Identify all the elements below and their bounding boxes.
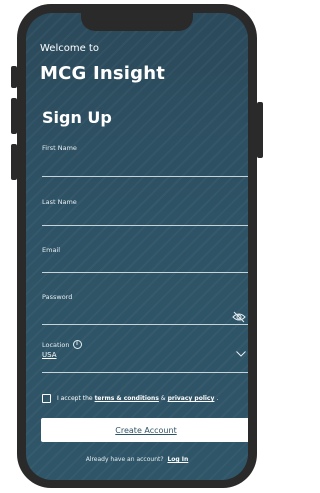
phone-side-button <box>11 66 17 88</box>
phone-screen: Welcome to MCG Insight Sign Up First Nam… <box>26 13 248 480</box>
app-title: MCG Insight <box>40 63 166 84</box>
last-name-underline <box>42 225 248 226</box>
email-field[interactable]: Email <box>42 246 248 273</box>
phone-power-button <box>257 102 263 158</box>
first-name-underline <box>42 176 248 177</box>
login-link[interactable]: Log In <box>167 456 188 463</box>
chevron-down-icon[interactable] <box>236 351 246 357</box>
email-underline <box>42 272 248 273</box>
create-account-button[interactable]: Create Account <box>41 418 248 442</box>
terms-joiner: & <box>160 395 166 402</box>
location-label-row: Location i <box>42 340 248 349</box>
terms-row: I accept the terms & conditions & privac… <box>42 394 218 403</box>
email-label: Email <box>42 246 61 254</box>
terms-prefix: I accept the <box>57 395 93 402</box>
info-icon[interactable]: i <box>72 340 82 349</box>
form-title: Sign Up <box>42 108 112 127</box>
location-label: Location <box>42 340 70 349</box>
phone-notch <box>81 13 193 31</box>
password-label: Password <box>42 293 73 301</box>
phone-volume-up-button <box>11 98 17 134</box>
phone-volume-down-button <box>11 144 17 180</box>
password-underline <box>42 324 248 325</box>
location-select[interactable]: Location i USA <box>42 340 248 373</box>
login-prompt: Already have an account? <box>85 456 164 463</box>
last-name-field[interactable]: Last Name <box>42 198 248 226</box>
first-name-label: First Name <box>42 144 77 152</box>
password-field[interactable]: Password <box>42 293 248 325</box>
eye-off-icon[interactable] <box>232 311 246 323</box>
location-underline <box>42 372 248 373</box>
terms-checkbox[interactable] <box>42 394 51 403</box>
login-row: Already have an account? Log In <box>26 456 248 463</box>
terms-suffix: . <box>216 395 219 402</box>
terms-link[interactable]: terms & conditions <box>95 395 159 402</box>
privacy-link[interactable]: privacy policy <box>168 395 215 402</box>
first-name-field[interactable]: First Name <box>42 144 248 177</box>
last-name-label: Last Name <box>42 198 77 206</box>
welcome-text: Welcome to <box>40 43 99 54</box>
location-value: USA <box>42 351 57 359</box>
